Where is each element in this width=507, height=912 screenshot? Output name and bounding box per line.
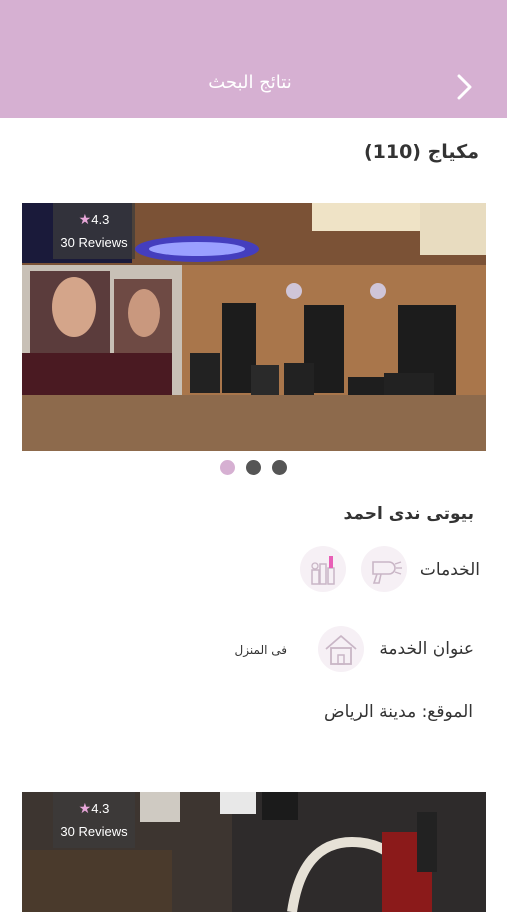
carousel-dot[interactable]: [220, 460, 235, 475]
carousel-dot[interactable]: [272, 460, 287, 475]
results-count-title: مكياج (110): [363, 141, 479, 163]
salon-image[interactable]: ★4.3 30 Reviews: [22, 203, 486, 451]
service-address-label: عنوان الخدمة: [379, 639, 474, 659]
rating-value: 4.3: [91, 212, 110, 227]
salon-image[interactable]: ★4.3 30 Reviews: [22, 792, 486, 912]
hair-dryer-icon: [361, 546, 407, 592]
home-icon: [318, 626, 364, 672]
reviews-count: 30 Reviews: [60, 235, 128, 250]
page-title: نتائج البحث: [208, 72, 292, 93]
app-header: نتائج البحث: [0, 0, 507, 118]
rating-badge: ★4.3 30 Reviews: [53, 792, 135, 848]
carousel-dot[interactable]: [246, 460, 261, 475]
carousel-indicator: [220, 460, 290, 476]
rating-value: 4.3: [91, 801, 110, 816]
star-icon: ★: [78, 211, 92, 227]
location-text: الموقع: مدينة الرياض: [324, 702, 473, 722]
rating-badge: ★4.3 30 Reviews: [53, 203, 135, 259]
reviews-count: 30 Reviews: [60, 824, 128, 839]
salon-name[interactable]: بيوتى ندى احمد: [344, 504, 474, 524]
services-label: الخدمات: [419, 560, 480, 580]
service-address-value: فى المنزل: [234, 643, 287, 657]
star-icon: ★: [78, 800, 92, 816]
makeup-kit-icon: [300, 546, 346, 592]
chevron-right-icon[interactable]: [452, 74, 476, 100]
